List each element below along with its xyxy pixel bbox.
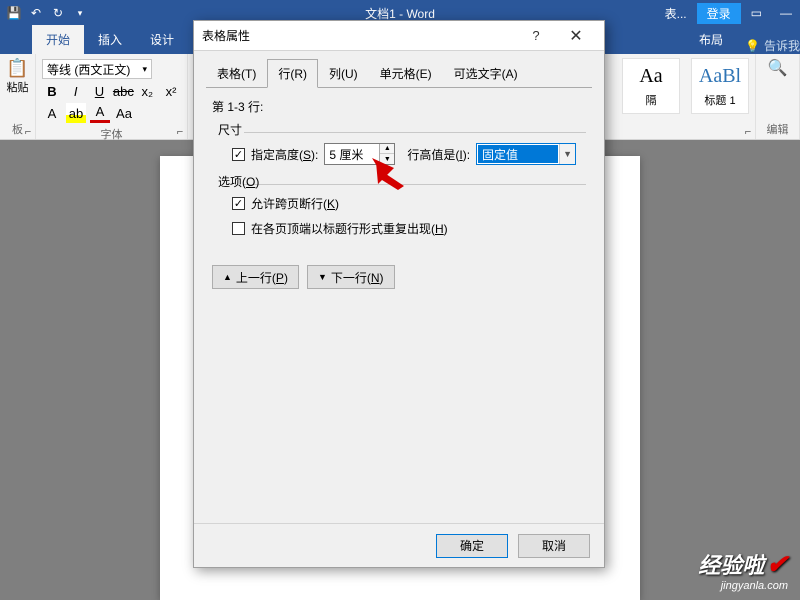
dialog-titlebar: 表格属性 ? ✕ (194, 21, 604, 51)
dlg-tab-column[interactable]: 列(U) (318, 59, 369, 88)
row-height-mode-value: 固定值 (478, 145, 558, 163)
repeat-header-label: 在各页顶端以标题行形式重复出现(H) (251, 220, 448, 237)
options-section-label: 选项(O) (218, 173, 586, 190)
table-properties-dialog: 表格属性 ? ✕ 表格(T) 行(R) 列(U) 单元格(E) 可选文字(A) … (193, 20, 605, 568)
repeat-header-checkbox[interactable] (232, 222, 245, 235)
edit-group-label: 编辑 (767, 121, 789, 137)
tab-insert[interactable]: 插入 (84, 25, 136, 54)
qat-more-icon[interactable]: ▾ (72, 5, 88, 21)
style-heading1[interactable]: AaBl 标题 1 (691, 58, 749, 114)
triangle-up-icon: ▲ (223, 272, 232, 282)
bulb-icon: 💡 (745, 39, 760, 53)
height-input[interactable] (325, 144, 379, 164)
dlg-tab-cell[interactable]: 单元格(E) (369, 59, 443, 88)
dlg-tab-row[interactable]: 行(R) (267, 59, 318, 88)
chevron-down-icon: ▼ (559, 144, 575, 164)
specify-height-checkbox[interactable]: ✓ (232, 148, 245, 161)
paste-button[interactable]: 📋 粘贴 (6, 58, 29, 95)
chevron-down-icon: ▾ (142, 64, 147, 75)
row-height-is-label: 行高值是(I): (407, 146, 470, 163)
undo-icon[interactable]: ↶ (28, 5, 44, 21)
style-h1-label: 标题 1 (704, 92, 735, 108)
dialog-launcher-icon[interactable]: ⌐ (743, 127, 753, 137)
allow-break-checkbox[interactable]: ✓ (232, 197, 245, 210)
dialog-launcher-icon[interactable]: ⌐ (23, 127, 33, 137)
text-effects-button[interactable]: A (42, 103, 62, 123)
specify-height-label: 指定高度(S): (251, 146, 318, 163)
allow-break-label: 允许跨页断行(K) (251, 195, 339, 212)
ok-button[interactable]: 确定 (436, 534, 508, 558)
underline-button[interactable]: U (90, 81, 110, 101)
prev-row-button[interactable]: ▲ 上一行(P) (212, 265, 299, 289)
dlg-tab-table[interactable]: 表格(T) (206, 59, 267, 88)
highlight-button[interactable]: ab (66, 103, 86, 123)
watermark: 经验啦 ✔ jingyanla.com (698, 548, 788, 592)
size-section-label: 尺寸 (218, 121, 586, 138)
style-preview: AaBl (699, 65, 741, 88)
dlg-tab-alt[interactable]: 可选文字(A) (443, 59, 529, 88)
tab-home[interactable]: 开始 (32, 25, 84, 54)
tell-me-label: 告诉我 (764, 37, 800, 54)
watermark-text: 经验啦 (698, 548, 764, 580)
redo-icon[interactable]: ↻ (50, 5, 66, 21)
font-name-combo[interactable]: 等线 (西文正文) ▾ (42, 59, 152, 79)
font-name-value: 等线 (西文正文) (47, 61, 130, 78)
save-icon[interactable]: 💾 (6, 5, 22, 21)
minimize-icon[interactable]: — (772, 4, 800, 22)
style-preview: Aa (639, 65, 662, 88)
next-row-button[interactable]: ▼ 下一行(N) (307, 265, 395, 289)
find-icon[interactable]: 🔍 (768, 58, 788, 78)
watermark-url: jingyanla.com (698, 580, 788, 592)
tab-design[interactable]: 设计 (136, 25, 188, 54)
char-shading-button[interactable]: Aa (114, 103, 134, 123)
next-row-label: 下一行(N) (331, 269, 384, 286)
dialog-footer: 确定 取消 (194, 523, 604, 567)
clipboard-icon: 📋 (6, 58, 29, 79)
paste-label: 粘贴 (6, 79, 29, 95)
dialog-tabs: 表格(T) 行(R) 列(U) 单元格(E) 可选文字(A) (194, 51, 604, 88)
bold-button[interactable]: B (42, 81, 62, 101)
superscript-button[interactable]: x² (161, 81, 181, 101)
font-color-button[interactable]: A (90, 103, 110, 123)
login-button[interactable]: 登录 (697, 3, 741, 24)
style-normal[interactable]: Aa 隔 (622, 58, 680, 114)
tell-me[interactable]: 💡 告诉我 (745, 37, 800, 54)
close-button[interactable]: ✕ (556, 21, 596, 51)
strike-button[interactable]: abc (113, 81, 133, 101)
help-button[interactable]: ? (516, 21, 556, 51)
dialog-title: 表格属性 (202, 27, 516, 44)
dialog-body: 第 1-3 行: 尺寸 ✓ 指定高度(S): ▲ ▼ 行高值是(I): 固定值 … (194, 88, 604, 523)
italic-button[interactable]: I (66, 81, 86, 101)
subscript-button[interactable]: x₂ (137, 81, 157, 101)
check-icon: ✔ (766, 549, 788, 580)
ribbon-display-icon[interactable]: ▭ (743, 4, 770, 22)
dialog-launcher-icon[interactable]: ⌐ (175, 127, 185, 137)
table-context-tab[interactable]: 表... (657, 3, 695, 24)
tab-layout[interactable]: 布局 (685, 25, 737, 54)
style-normal-label: 隔 (646, 92, 657, 108)
row-height-mode-select[interactable]: 固定值 ▼ (476, 143, 576, 165)
height-spinner[interactable]: ▲ ▼ (324, 143, 395, 165)
spin-up-icon[interactable]: ▲ (380, 144, 394, 154)
doc-title: 文档1 - Word (365, 5, 435, 22)
cancel-button[interactable]: 取消 (518, 534, 590, 558)
triangle-down-icon: ▼ (318, 272, 327, 282)
spin-down-icon[interactable]: ▼ (380, 154, 394, 164)
prev-row-label: 上一行(P) (236, 269, 288, 286)
rows-range-label: 第 1-3 行: (212, 98, 586, 115)
